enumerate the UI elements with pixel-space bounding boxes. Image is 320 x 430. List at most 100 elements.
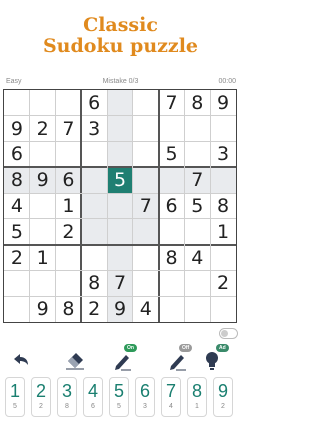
board-cell[interactable] xyxy=(159,296,185,322)
number-button-4[interactable]: 46 xyxy=(83,377,103,417)
board-cell[interactable]: 8 xyxy=(210,193,236,219)
board-cell[interactable]: 7 xyxy=(107,270,133,297)
board-cell[interactable] xyxy=(132,218,159,245)
board-cell[interactable] xyxy=(210,167,236,194)
number-button-8[interactable]: 81 xyxy=(187,377,207,417)
grid-line xyxy=(55,90,57,322)
board-cell[interactable] xyxy=(184,219,210,245)
board-cell[interactable] xyxy=(30,270,56,296)
board-cell[interactable] xyxy=(56,245,82,271)
board-cell[interactable] xyxy=(133,116,159,142)
board-cell[interactable]: 8 xyxy=(81,270,107,296)
board-cell[interactable]: 9 xyxy=(210,90,236,116)
board-cell[interactable]: 6 xyxy=(159,193,185,219)
board-cell[interactable] xyxy=(107,141,133,168)
toggle-knob xyxy=(221,330,228,337)
board-cell[interactable] xyxy=(133,142,159,168)
board-cell[interactable]: 5 xyxy=(107,167,133,194)
board-cell[interactable]: 8 xyxy=(56,296,82,322)
board-cell[interactable]: 2 xyxy=(210,270,236,296)
board-cell[interactable] xyxy=(81,245,107,271)
board-cell[interactable]: 8 xyxy=(159,245,185,271)
board-cell[interactable] xyxy=(133,90,159,116)
box-divider xyxy=(80,90,83,322)
board-cell[interactable]: 9 xyxy=(30,296,56,322)
board-cell[interactable] xyxy=(81,218,108,245)
number-button-2[interactable]: 22 xyxy=(31,377,51,417)
board-cell[interactable] xyxy=(56,142,82,168)
board-cell[interactable] xyxy=(4,270,30,296)
number-button-6[interactable]: 63 xyxy=(135,377,155,417)
board-cell[interactable]: 2 xyxy=(81,296,107,322)
quick-pencil-button[interactable]: Off xyxy=(163,344,193,372)
board-cell[interactable] xyxy=(210,296,236,322)
board-cell[interactable] xyxy=(184,270,210,296)
board-cell[interactable]: 5 xyxy=(4,219,30,245)
number-button-3[interactable]: 38 xyxy=(57,377,77,417)
board-cell[interactable]: 3 xyxy=(81,116,107,142)
board-cell[interactable]: 1 xyxy=(30,245,56,271)
board-cell[interactable]: 5 xyxy=(184,193,210,219)
board-cell[interactable]: 8 xyxy=(184,90,210,116)
notes-button[interactable]: On xyxy=(108,344,137,372)
number-button-5[interactable]: 55 xyxy=(109,377,129,417)
board-cell[interactable]: 4 xyxy=(184,245,210,271)
board-cell[interactable] xyxy=(30,219,56,245)
board-cell[interactable] xyxy=(81,193,108,219)
board-cell[interactable]: 5 xyxy=(159,142,185,168)
board-cell[interactable] xyxy=(56,90,82,116)
board-cell[interactable] xyxy=(56,270,82,296)
board-cell[interactable] xyxy=(107,218,133,245)
board-cell[interactable] xyxy=(30,90,56,116)
number-digit: 4 xyxy=(87,381,98,401)
hint-button[interactable]: Ad xyxy=(200,344,229,372)
board-cell[interactable] xyxy=(107,193,133,219)
board-cell[interactable] xyxy=(4,296,30,322)
board-cell[interactable]: 2 xyxy=(30,116,56,142)
board-cell[interactable]: 4 xyxy=(133,296,159,322)
board-cell[interactable]: 7 xyxy=(56,116,82,142)
board-cell[interactable] xyxy=(133,245,159,271)
board-cell[interactable]: 6 xyxy=(4,142,30,168)
settings-toggle[interactable] xyxy=(219,328,238,339)
board-cell[interactable] xyxy=(158,167,185,194)
board-cell[interactable] xyxy=(159,219,185,245)
number-button-1[interactable]: 15 xyxy=(5,377,25,417)
board-cell[interactable] xyxy=(107,90,133,116)
board-cell[interactable]: 6 xyxy=(81,90,107,116)
board-cell[interactable] xyxy=(210,245,236,271)
board-cell[interactable]: 9 xyxy=(4,116,30,142)
board-cell[interactable] xyxy=(81,167,108,194)
board-cell[interactable] xyxy=(4,90,30,116)
board-cell[interactable] xyxy=(159,116,185,142)
board-cell[interactable] xyxy=(184,296,210,322)
board-cell[interactable]: 2 xyxy=(56,219,82,245)
board-cell[interactable]: 8 xyxy=(4,167,30,194)
board-cell[interactable]: 1 xyxy=(56,193,82,219)
board-cell[interactable] xyxy=(159,270,185,296)
board-cell[interactable] xyxy=(210,116,236,142)
board-cell[interactable]: 4 xyxy=(4,193,30,219)
board-cell[interactable] xyxy=(132,167,159,194)
board-cell[interactable] xyxy=(30,193,56,219)
board-cell[interactable]: 1 xyxy=(210,219,236,245)
board-cell[interactable] xyxy=(184,116,210,142)
board-cell[interactable]: 9 xyxy=(29,167,56,194)
board-cell[interactable]: 3 xyxy=(210,142,236,168)
board-cell[interactable] xyxy=(184,142,210,168)
board-cell[interactable]: 7 xyxy=(159,90,185,116)
erase-button[interactable] xyxy=(61,346,89,372)
board-cell[interactable]: 7 xyxy=(132,193,159,219)
undo-button[interactable] xyxy=(5,346,33,372)
board-cell[interactable]: 9 xyxy=(107,296,133,322)
board-cell[interactable] xyxy=(133,270,159,296)
board-cell[interactable]: 7 xyxy=(184,167,211,194)
board-cell[interactable]: 2 xyxy=(4,245,30,271)
number-button-9[interactable]: 92 xyxy=(213,377,233,417)
number-button-7[interactable]: 74 xyxy=(161,377,181,417)
board-cell[interactable]: 6 xyxy=(55,167,82,194)
board-cell[interactable] xyxy=(30,142,56,168)
board-cell[interactable] xyxy=(81,142,107,168)
board-cell[interactable] xyxy=(107,115,133,142)
board-cell[interactable] xyxy=(107,244,133,271)
